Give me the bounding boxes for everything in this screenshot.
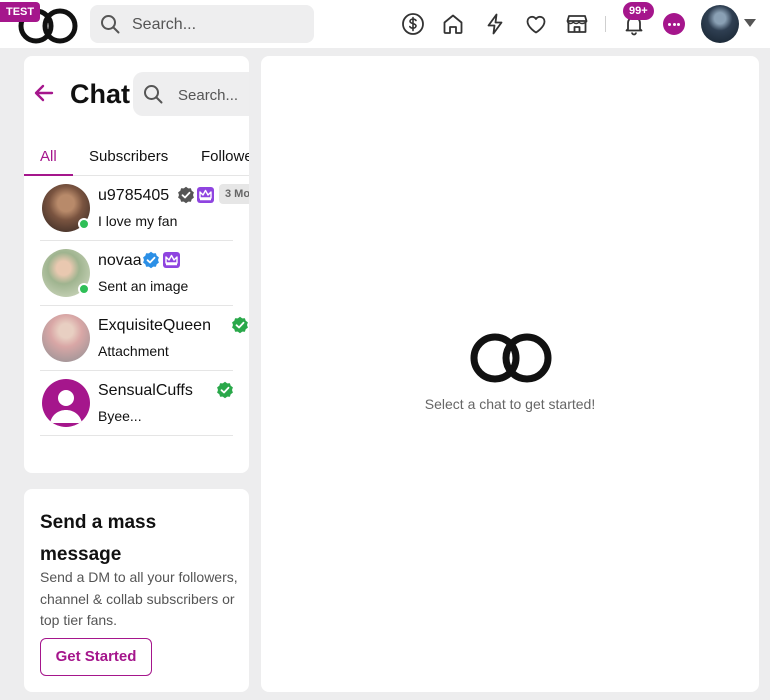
mass-message-title: Send a mass message (40, 512, 157, 565)
search-icon (101, 15, 120, 34)
conversation-preview: Byee... (98, 408, 142, 424)
get-started-button[interactable]: Get Started (40, 638, 152, 676)
default-avatar-icon (42, 379, 90, 427)
crown-icon (197, 187, 214, 203)
chat-bubble-icon[interactable] (663, 13, 685, 35)
online-indicator (78, 218, 90, 230)
verified-badge-icon (232, 316, 248, 334)
conversation-name: novaa (98, 252, 142, 269)
avatar (42, 314, 90, 362)
user-avatar[interactable] (701, 5, 739, 43)
chevron-down-icon[interactable] (744, 19, 756, 27)
tab-subscribers[interactable]: Subscribers (89, 148, 168, 165)
chat-sidebar: Chat Search... All Subscribers Followers… (24, 56, 249, 473)
chat-main-panel: Select a chat to get started! (261, 56, 759, 692)
top-header: TEST Search... 99+ (0, 0, 770, 48)
header-divider (605, 16, 606, 32)
home-icon[interactable] (441, 12, 465, 36)
conversation-preview: I love my fan (98, 213, 178, 229)
empty-state-text: Select a chat to get started! (424, 396, 596, 412)
conversation-item[interactable]: u9785405 3 Mo I love my fan (40, 176, 249, 241)
bolt-icon[interactable] (483, 12, 507, 36)
search-icon (144, 85, 163, 104)
subscription-duration-badge: 3 Mo (219, 184, 249, 204)
mass-message-description: Send a DM to all your followers, channel… (40, 569, 238, 628)
verified-badge-icon (143, 251, 159, 269)
tab-all[interactable]: All (40, 148, 57, 165)
verified-badge-icon (217, 381, 233, 399)
conversation-name: SensualCuffs (98, 382, 193, 399)
logo (470, 333, 552, 383)
global-search-input[interactable]: Search... (90, 5, 314, 43)
back-arrow-icon[interactable] (34, 84, 54, 102)
chat-filter-tabs: All Subscribers Followers (24, 134, 249, 176)
mass-message-card: Send a mass message Send a DM to all you… (24, 489, 249, 692)
conversation-item[interactable]: novaa Sent an image (40, 241, 233, 306)
crown-icon (163, 252, 180, 268)
heart-icon[interactable] (524, 12, 548, 36)
conversation-item[interactable]: ExquisiteQueen Attachment (40, 306, 248, 371)
test-badge: TEST (0, 2, 41, 22)
tab-followers[interactable]: Followers (201, 148, 249, 165)
conversation-preview: Attachment (98, 343, 169, 359)
notification-count-badge: 99+ (623, 2, 654, 20)
verified-badge-icon (178, 186, 194, 204)
online-indicator (78, 283, 90, 295)
chat-search-input[interactable]: Search... (133, 72, 249, 116)
conversation-name: u9785405 (98, 187, 170, 204)
conversation-preview: Sent an image (98, 278, 189, 294)
chat-title: Chat (70, 79, 130, 109)
search-placeholder: Search... (132, 16, 197, 33)
dollar-icon[interactable] (401, 12, 425, 36)
chat-search-placeholder: Search... (178, 87, 239, 104)
conversation-list: u9785405 3 Mo I love my fan novaa Sent a… (40, 176, 249, 436)
conversation-item[interactable]: SensualCuffs Byee... (40, 371, 233, 436)
conversation-name: ExquisiteQueen (98, 317, 211, 334)
store-icon[interactable] (565, 12, 589, 36)
